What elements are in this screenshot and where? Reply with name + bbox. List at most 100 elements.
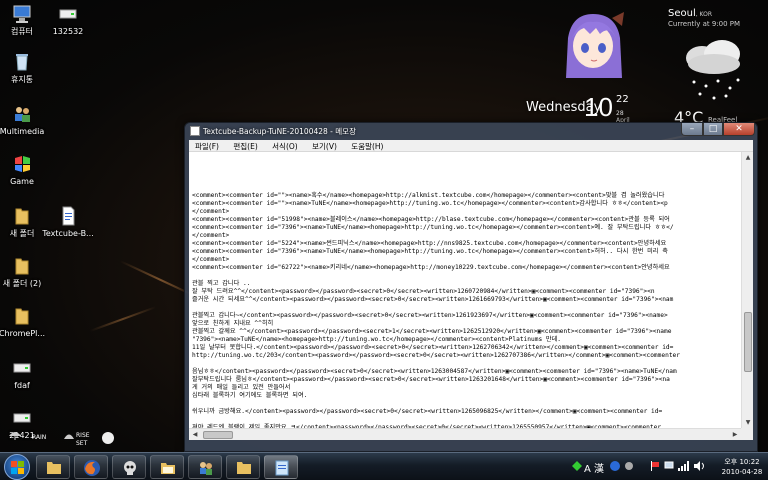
icon-label: 132532 bbox=[52, 27, 84, 36]
windows-logo-icon bbox=[11, 461, 24, 474]
taskbar-firefox-button[interactable] bbox=[74, 455, 108, 479]
desktop-icon-game[interactable]: Game bbox=[0, 154, 50, 187]
folder-icon bbox=[15, 208, 29, 225]
clock-hour: 10 bbox=[584, 92, 613, 122]
vertical-scroll-thumb[interactable] bbox=[744, 312, 752, 372]
tray-clock[interactable]: 오후 10:22 2010-04-28 bbox=[720, 457, 764, 477]
game-icon bbox=[15, 156, 30, 172]
text-line: http://tuning.wo.tc/203</content><passwo… bbox=[192, 352, 680, 359]
network-icon bbox=[200, 462, 212, 475]
text-line: </comment> bbox=[192, 232, 230, 239]
text-line: <comment><commenter id="7396"><name>TuNE… bbox=[192, 248, 668, 255]
folder-icon bbox=[15, 258, 29, 275]
text-line: <comment><commenter id="51998"><name>블레이… bbox=[192, 216, 670, 223]
desktop-icon-recycle-bin[interactable]: 휴지통 bbox=[0, 52, 50, 85]
text-line: <comment><commenter id="7396"><name>TuNE… bbox=[192, 224, 674, 231]
moon-icon bbox=[102, 432, 114, 444]
text-editor[interactable]: <comment><commenter id=""><name>혹수</name… bbox=[189, 152, 753, 440]
icon-label: 휴지통 bbox=[10, 75, 34, 84]
title-bar[interactable]: Textcube-Backup-TuNE-20100428 - 메모장 – □ … bbox=[185, 123, 757, 139]
notepad-icon bbox=[190, 126, 200, 136]
icon-label: Game bbox=[10, 177, 34, 186]
menu-help[interactable]: 도움말(H) bbox=[345, 140, 389, 152]
vertical-scrollbar[interactable]: ▲ ▼ bbox=[741, 152, 753, 428]
firefox-icon bbox=[84, 460, 100, 476]
scroll-left-arrow[interactable]: ◀ bbox=[189, 429, 201, 440]
scroll-right-arrow[interactable]: ▶ bbox=[729, 429, 741, 440]
menu-bar: 파일(F) 편집(E) 서식(O) 보기(V) 도움말(H) bbox=[189, 140, 753, 152]
gem-icon[interactable] bbox=[572, 461, 582, 471]
tray-date: 2010-04-28 bbox=[721, 468, 763, 476]
text-line: </comment> bbox=[192, 256, 230, 263]
desktop-icon-multimedia[interactable]: Multimedia bbox=[0, 104, 50, 137]
notepad-window[interactable]: Textcube-Backup-TuNE-20100428 - 메모장 – □ … bbox=[184, 122, 758, 452]
taskbar-skull-button[interactable] bbox=[112, 455, 146, 479]
text-line: 게 거의 매일 들리고 있전 만들어서 bbox=[192, 384, 291, 391]
horizontal-scrollbar[interactable]: ◀ ▶ bbox=[189, 428, 741, 440]
display-icon[interactable] bbox=[664, 461, 674, 471]
mini-weather-widget: RAIN RISE SET bbox=[4, 432, 116, 452]
skull-icon bbox=[124, 461, 136, 475]
explorer-icon bbox=[161, 463, 175, 474]
taskbar-notepad-button[interactable] bbox=[264, 455, 298, 479]
volume-icon[interactable] bbox=[694, 461, 706, 471]
text-line: 잘 부탁 드려요^^</content><password></password… bbox=[192, 288, 655, 295]
folder-icon bbox=[47, 462, 61, 474]
flag-icon[interactable] bbox=[650, 461, 660, 471]
text-line: 앞으로 친하게 지내요 ^^히히 bbox=[192, 320, 274, 327]
help-icon[interactable] bbox=[610, 461, 620, 471]
start-button[interactable] bbox=[4, 454, 30, 480]
horizontal-scroll-thumb[interactable] bbox=[203, 431, 233, 439]
icon-label: 새 폴더 (2) bbox=[2, 279, 42, 288]
icon-label: Textcube-B... bbox=[42, 229, 94, 238]
close-button[interactable]: ✕ bbox=[723, 123, 755, 136]
system-tray: A 漢 오후 10:22 2010-04-28 bbox=[570, 453, 768, 480]
language-indicator[interactable]: A 漢 bbox=[584, 460, 604, 475]
text-line: <comment><commenter id="62722"><name>키리네… bbox=[192, 264, 670, 271]
rain-label: RAIN bbox=[32, 434, 47, 441]
folder-icon bbox=[237, 462, 251, 474]
text-content-area[interactable]: <comment><commenter id=""><name>혹수</name… bbox=[189, 152, 741, 428]
taskbar-folder-button-2[interactable] bbox=[226, 455, 260, 479]
weather-location: Seoul, KOR bbox=[668, 8, 764, 19]
text-line: 잘부탁드립니다 룸님ㅎ</content><password></passwor… bbox=[192, 376, 670, 383]
text-line: <comment><commenter id=""><name>TuNE</na… bbox=[192, 200, 668, 207]
maximize-button[interactable]: □ bbox=[703, 123, 723, 136]
weather-country: , KOR bbox=[695, 11, 713, 18]
set-label: SET bbox=[76, 440, 88, 447]
icon-label: ChromePl... bbox=[0, 329, 46, 338]
text-line: 관블 찍고 갑니다 .. bbox=[192, 280, 251, 287]
anime-character-image bbox=[566, 12, 624, 78]
scroll-up-arrow[interactable]: ▲ bbox=[742, 152, 753, 163]
recycle-bin-icon bbox=[16, 54, 28, 71]
computer-icon bbox=[13, 5, 31, 23]
weather-widget: Seoul, KOR Currently at 9:00 PM 4°C Real… bbox=[668, 8, 764, 127]
light-streak bbox=[89, 306, 157, 332]
drive-icon bbox=[13, 363, 31, 373]
resize-corner[interactable] bbox=[741, 428, 753, 440]
taskbar-folder-button[interactable] bbox=[36, 455, 70, 479]
network-signal-icon[interactable] bbox=[678, 461, 690, 471]
menu-edit[interactable]: 편집(E) bbox=[227, 140, 263, 152]
menu-format[interactable]: 서식(O) bbox=[266, 140, 304, 152]
settings-icon[interactable] bbox=[624, 461, 634, 471]
drive-icon bbox=[13, 413, 31, 423]
text-line: <comment><commenter id=""><name>혹수</name… bbox=[192, 192, 665, 199]
desktop-icon-132532[interactable]: 132532 bbox=[40, 4, 96, 37]
folder-icon bbox=[15, 308, 29, 325]
desktop-icon-textcube-backup[interactable]: Textcube-B... bbox=[40, 206, 96, 239]
menu-view[interactable]: 보기(V) bbox=[306, 140, 343, 152]
desktop-icon-chromepl[interactable]: ChromePl... bbox=[0, 306, 50, 339]
desktop-icon-fdaf[interactable]: fdaf bbox=[0, 358, 50, 391]
taskbar-explorer-button[interactable] bbox=[150, 455, 184, 479]
text-file-icon bbox=[62, 206, 75, 226]
desktop-icon-new-folder-2[interactable]: 새 폴더 (2) bbox=[0, 256, 50, 289]
scroll-down-arrow[interactable]: ▼ bbox=[742, 417, 753, 428]
clock-minute: 22 bbox=[616, 94, 629, 105]
tray-time: 오후 10:22 bbox=[724, 458, 760, 466]
menu-file[interactable]: 파일(F) bbox=[189, 140, 225, 152]
taskbar-network-button[interactable] bbox=[188, 455, 222, 479]
icon-label: fdaf bbox=[14, 381, 30, 390]
minimize-button[interactable]: – bbox=[681, 123, 703, 136]
users-icon bbox=[15, 107, 30, 122]
